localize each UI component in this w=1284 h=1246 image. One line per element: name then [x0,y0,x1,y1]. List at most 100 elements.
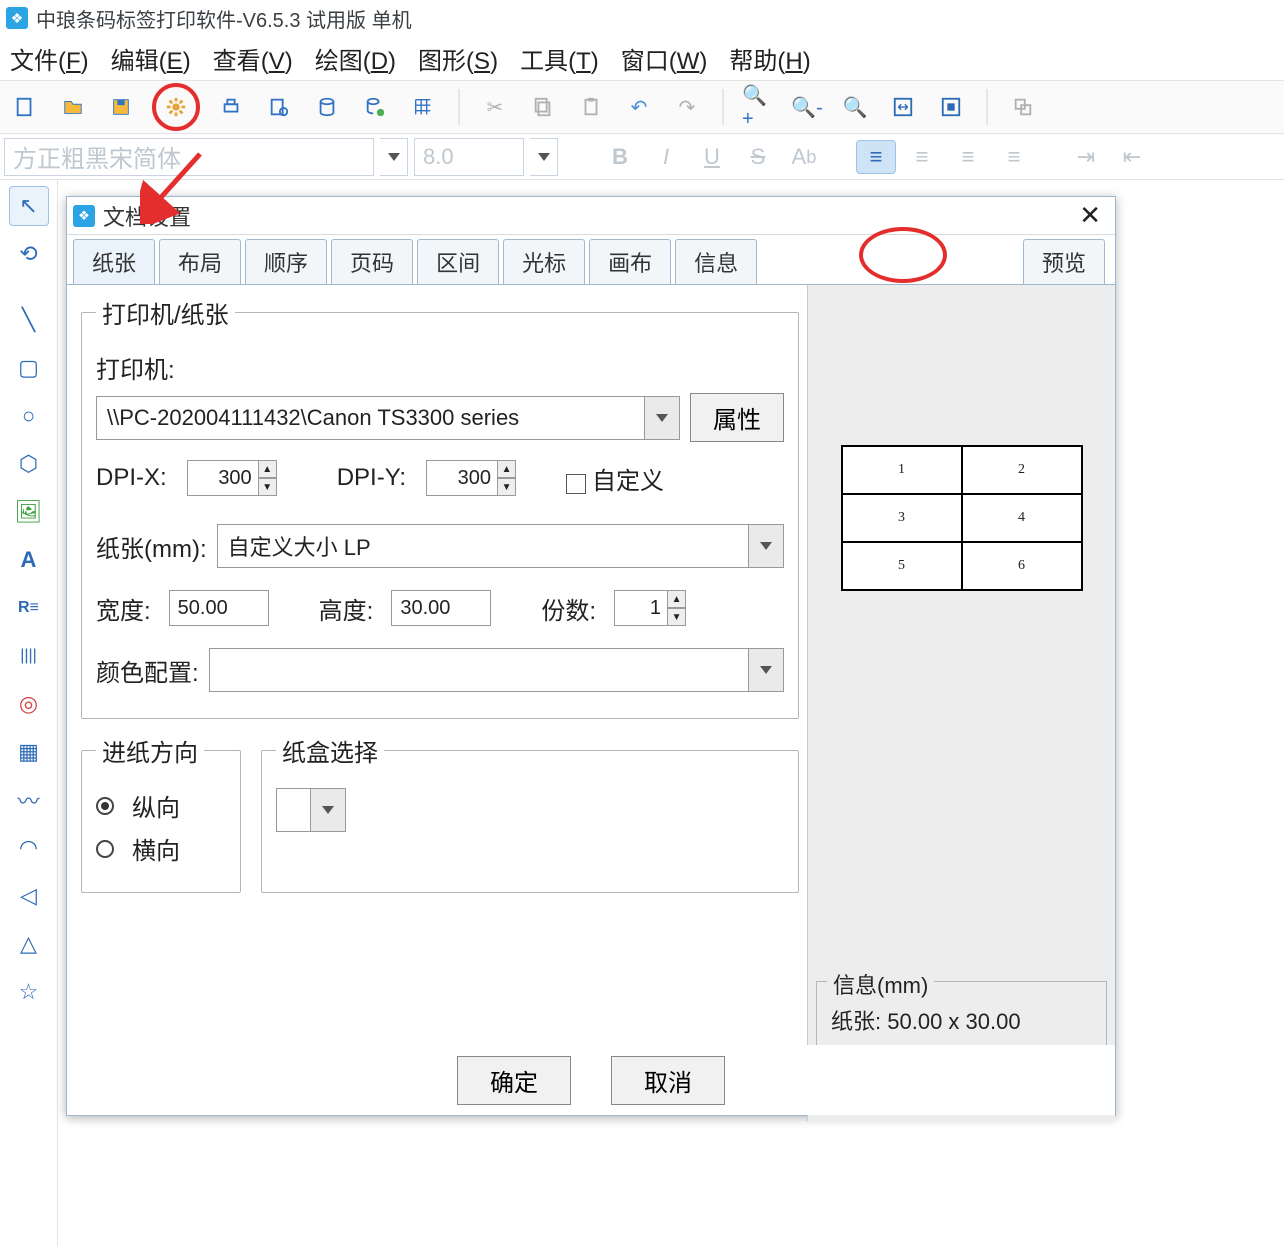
menu-window[interactable]: 窗口(W) [621,41,708,76]
menu-shape[interactable]: 图形(S) [418,41,498,76]
printer-combo[interactable]: \\PC-202004111432\Canon TS3300 series [96,396,680,440]
underline-icon[interactable]: U [692,140,732,174]
fit-page-icon[interactable] [934,90,968,124]
star-tool-icon[interactable]: ☆ [9,972,49,1012]
dpix-input[interactable]: 300▲▼ [187,460,277,496]
tab-info[interactable]: 信息 [675,239,757,284]
tab-canvas[interactable]: 画布 [589,239,671,284]
menu-tools[interactable]: 工具(T) [520,41,599,76]
tray-combo[interactable] [276,788,346,832]
table-tool-icon[interactable]: ▦ [9,732,49,772]
outdent-icon[interactable]: ⇤ [1112,140,1152,174]
height-input[interactable]: 30.00 [391,590,491,626]
grid-icon[interactable] [406,90,440,124]
copies-input[interactable]: 1▲▼ [614,590,686,626]
triangle-tool-icon[interactable]: △ [9,924,49,964]
cancel-button[interactable]: 取消 [611,1056,725,1105]
tab-cursor[interactable]: 光标 [503,239,585,284]
paper-size-combo[interactable]: 自定义大小 LP [217,524,784,568]
tab-order[interactable]: 顺序 [245,239,327,284]
toolbar-separator-3 [986,89,988,125]
close-icon[interactable]: ✕ [1071,200,1109,231]
paper-dropdown-icon[interactable] [748,524,784,568]
undo-icon[interactable]: ↶ [622,90,656,124]
bold-icon[interactable]: B [600,140,640,174]
custom-dpi-checkbox[interactable]: 自定义 [566,461,664,496]
new-doc-icon[interactable] [8,90,42,124]
rotate-tool-icon[interactable]: ⟲ [9,234,49,274]
feed-portrait-radio[interactable]: 纵向 [96,788,226,823]
menu-help[interactable]: 帮助(H) [729,41,810,76]
roundrect-tool-icon[interactable]: ▢ [9,348,49,388]
copy-icon[interactable] [526,90,560,124]
feed-landscape-radio[interactable]: 横向 [96,831,226,866]
pointer-tool-icon[interactable]: ↖ [9,186,49,226]
tab-preview[interactable]: 预览 [1023,239,1105,284]
tray-dropdown-icon[interactable] [310,788,346,832]
printer-dropdown-icon[interactable] [644,396,680,440]
path-tool-icon[interactable]: ◁ [9,876,49,916]
dialog-titlebar[interactable]: ❖ 文档设置 ✕ [67,197,1115,235]
color-profile-combo[interactable] [209,648,784,692]
text-tool-icon[interactable]: A [9,540,49,580]
barcode-tool-icon[interactable]: |||| [9,636,49,676]
curve-tool-icon[interactable]: 〰 [9,780,49,820]
qrcode-tool-icon[interactable]: ◎ [9,684,49,724]
open-icon[interactable] [56,90,90,124]
italic-icon[interactable]: I [646,140,686,174]
align-left-icon[interactable]: ≡ [856,140,896,174]
fit-width-icon[interactable] [886,90,920,124]
font-family-dropdown[interactable] [380,138,408,176]
save-icon[interactable] [104,90,138,124]
spin-up-icon[interactable]: ▲ [259,460,277,478]
tray-value [276,788,310,832]
tab-range[interactable]: 区间 [417,239,499,284]
richtext-tool-icon[interactable]: R≡ [9,588,49,628]
paste-icon[interactable] [574,90,608,124]
menu-file[interactable]: 文件(F) [10,41,89,76]
database-add-icon[interactable] [358,90,392,124]
align-center-icon[interactable]: ≡ [902,140,942,174]
font-family-input[interactable]: 方正粗黑宋简体 [4,138,374,176]
tab-paper[interactable]: 纸张 [73,239,155,284]
ellipse-tool-icon[interactable]: ○ [9,396,49,436]
font-size-input[interactable]: 8.0 [414,138,524,176]
doc-settings-icon[interactable] [159,90,193,124]
preview-label-grid: 1 2 3 4 5 6 [841,445,1083,591]
ok-button[interactable]: 确定 [457,1056,571,1105]
indent-icon[interactable]: ⇥ [1066,140,1106,174]
width-input[interactable]: 50.00 [169,590,269,626]
spin-down-icon[interactable]: ▼ [259,478,277,496]
zoom-in-icon[interactable]: 🔍+ [742,90,776,124]
font-size-dropdown[interactable] [530,138,558,176]
print-preview-icon[interactable] [262,90,296,124]
arc-tool-icon[interactable]: ◠ [9,828,49,868]
dpiy-input[interactable]: 300▲▼ [426,460,516,496]
image-tool-icon[interactable]: 🖼 [9,492,49,532]
strikethrough-icon[interactable]: S [738,140,778,174]
spin-up-icon[interactable]: ▲ [668,590,686,608]
line-tool-icon[interactable]: ╲ [9,300,49,340]
cut-icon[interactable]: ✂ [478,90,512,124]
layers-icon[interactable] [1006,90,1040,124]
printer-properties-button[interactable]: 属性 [690,393,784,442]
menu-draw[interactable]: 绘图(D) [315,41,396,76]
tab-page[interactable]: 页码 [331,239,413,284]
spin-down-icon[interactable]: ▼ [668,608,686,626]
database-icon[interactable] [310,90,344,124]
spin-up-icon[interactable]: ▲ [498,460,516,478]
print-icon[interactable] [214,90,248,124]
tab-layout[interactable]: 布局 [159,239,241,284]
align-right-icon[interactable]: ≡ [948,140,988,174]
spin-down-icon[interactable]: ▼ [498,478,516,496]
redo-icon[interactable]: ↷ [670,90,704,124]
zoom-fit-icon[interactable]: 🔍 [838,90,872,124]
superscript-icon[interactable]: Ab [784,140,824,174]
zoom-out-icon[interactable]: 🔍- [790,90,824,124]
preview-cell: 4 [962,494,1082,542]
color-dropdown-icon[interactable] [748,648,784,692]
polygon-tool-icon[interactable]: ⬡ [9,444,49,484]
menu-view[interactable]: 查看(V) [213,41,293,76]
align-justify-icon[interactable]: ≡ [994,140,1034,174]
menu-edit[interactable]: 编辑(E) [111,41,191,76]
